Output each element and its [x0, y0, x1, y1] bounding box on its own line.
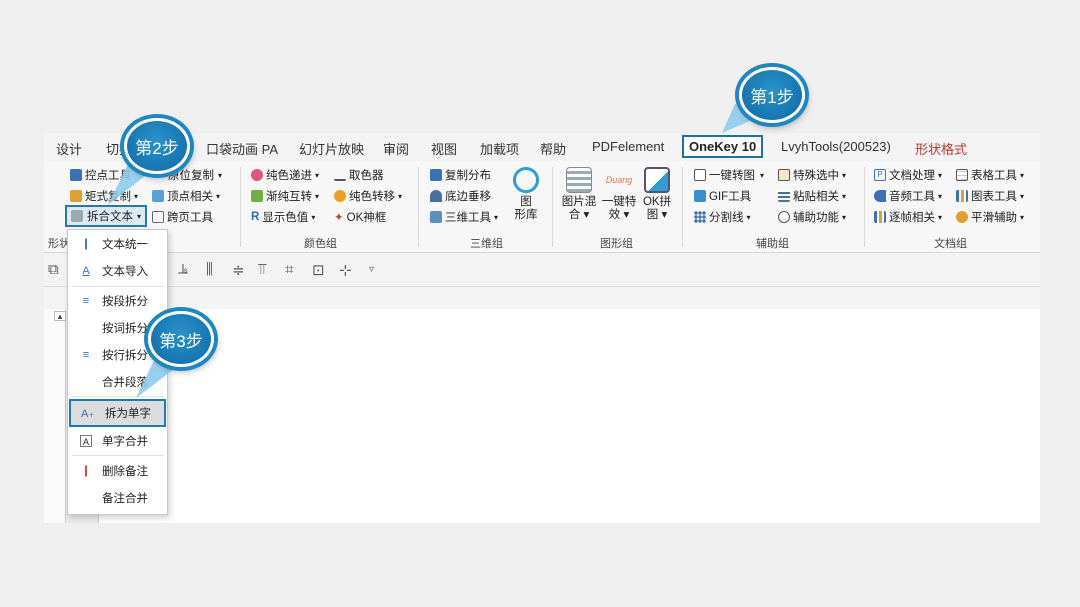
step2-callout: 第2步 [124, 118, 190, 174]
step1-callout: 第1步 [739, 67, 805, 123]
callout-pointers [108, 104, 770, 398]
step3-callout: 第3步 [148, 311, 214, 367]
